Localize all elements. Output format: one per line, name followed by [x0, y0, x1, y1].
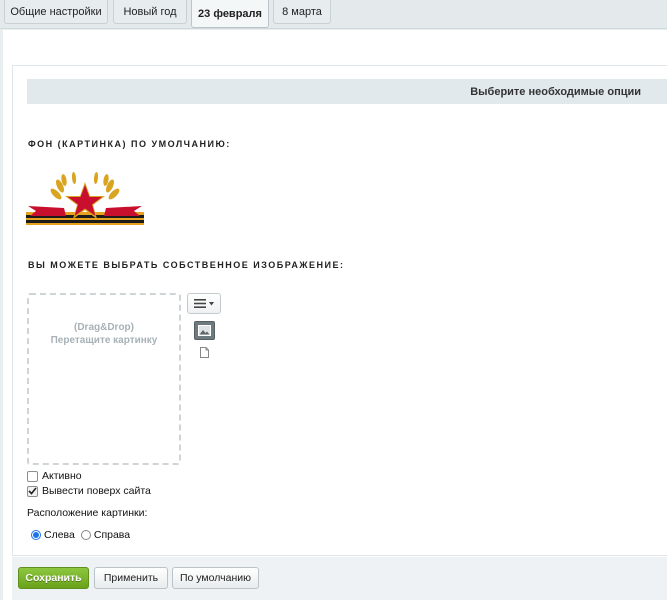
dropzone-hint: (Drag&Drop)	[74, 322, 134, 333]
active-label: Активно	[42, 470, 82, 482]
image-icon	[198, 325, 211, 336]
image-dropzone[interactable]: (Drag&Drop) Перетащите картинку	[27, 293, 181, 465]
position-left-label: Слева	[44, 529, 75, 541]
image-position-label: Расположение картинки:	[27, 507, 148, 519]
custom-image-title: ВЫ МОЖЕТЕ ВЫБРАТЬ СОБСТВЕННОЕ ИЗОБРАЖЕНИ…	[28, 260, 345, 270]
position-right-radio[interactable]	[80, 530, 91, 540]
options-header-label: Выберите необходимые опции	[470, 85, 641, 98]
active-option[interactable]: Активно	[27, 469, 82, 483]
position-right-label: Справа	[93, 529, 131, 541]
tab-bar: Общие настройки Новый год 23 февраля 8 м…	[0, 0, 667, 29]
tab-label: Общие настройки	[10, 5, 102, 18]
image-position-group: Слева Справа	[31, 528, 136, 542]
menu-icon	[194, 299, 206, 308]
tab-new-year[interactable]: Новый год	[113, 0, 187, 24]
tab-general-settings[interactable]: Общие настройки	[4, 0, 108, 24]
position-left-option[interactable]: Слева	[31, 529, 75, 541]
save-button[interactable]: Сохранить	[18, 567, 89, 589]
dropzone-instruction: Перетащите картинку	[50, 335, 158, 346]
tab-label: 23 февраля	[198, 7, 262, 20]
overlay-checkbox[interactable]	[27, 485, 38, 497]
tab-february-23[interactable]: 23 февраля	[191, 0, 269, 28]
menu-dropdown-button[interactable]	[187, 293, 221, 314]
position-left-radio[interactable]	[31, 530, 41, 540]
reset-default-button[interactable]: По умолчанию	[172, 567, 259, 589]
file-icon[interactable]	[200, 347, 209, 358]
default-background-image	[26, 172, 144, 225]
default-background-title: ФОН (КАРТИНКА) ПО УМОЛЧАНИЮ:	[28, 139, 231, 149]
chevron-down-icon	[209, 301, 214, 305]
options-header: Выберите необходимые опции	[27, 79, 667, 104]
active-checkbox[interactable]	[27, 470, 38, 482]
overlay-option[interactable]: Вывести поверх сайта	[27, 484, 151, 498]
position-right-option[interactable]: Справа	[80, 529, 131, 541]
tab-march-8[interactable]: 8 марта	[273, 0, 331, 24]
check-icon	[28, 487, 37, 495]
tab-label: 8 марта	[282, 5, 322, 18]
apply-button[interactable]: Применить	[94, 567, 168, 589]
tab-label: Новый год	[123, 5, 177, 18]
select-image-button[interactable]	[194, 321, 215, 340]
overlay-label: Вывести поверх сайта	[42, 485, 151, 497]
